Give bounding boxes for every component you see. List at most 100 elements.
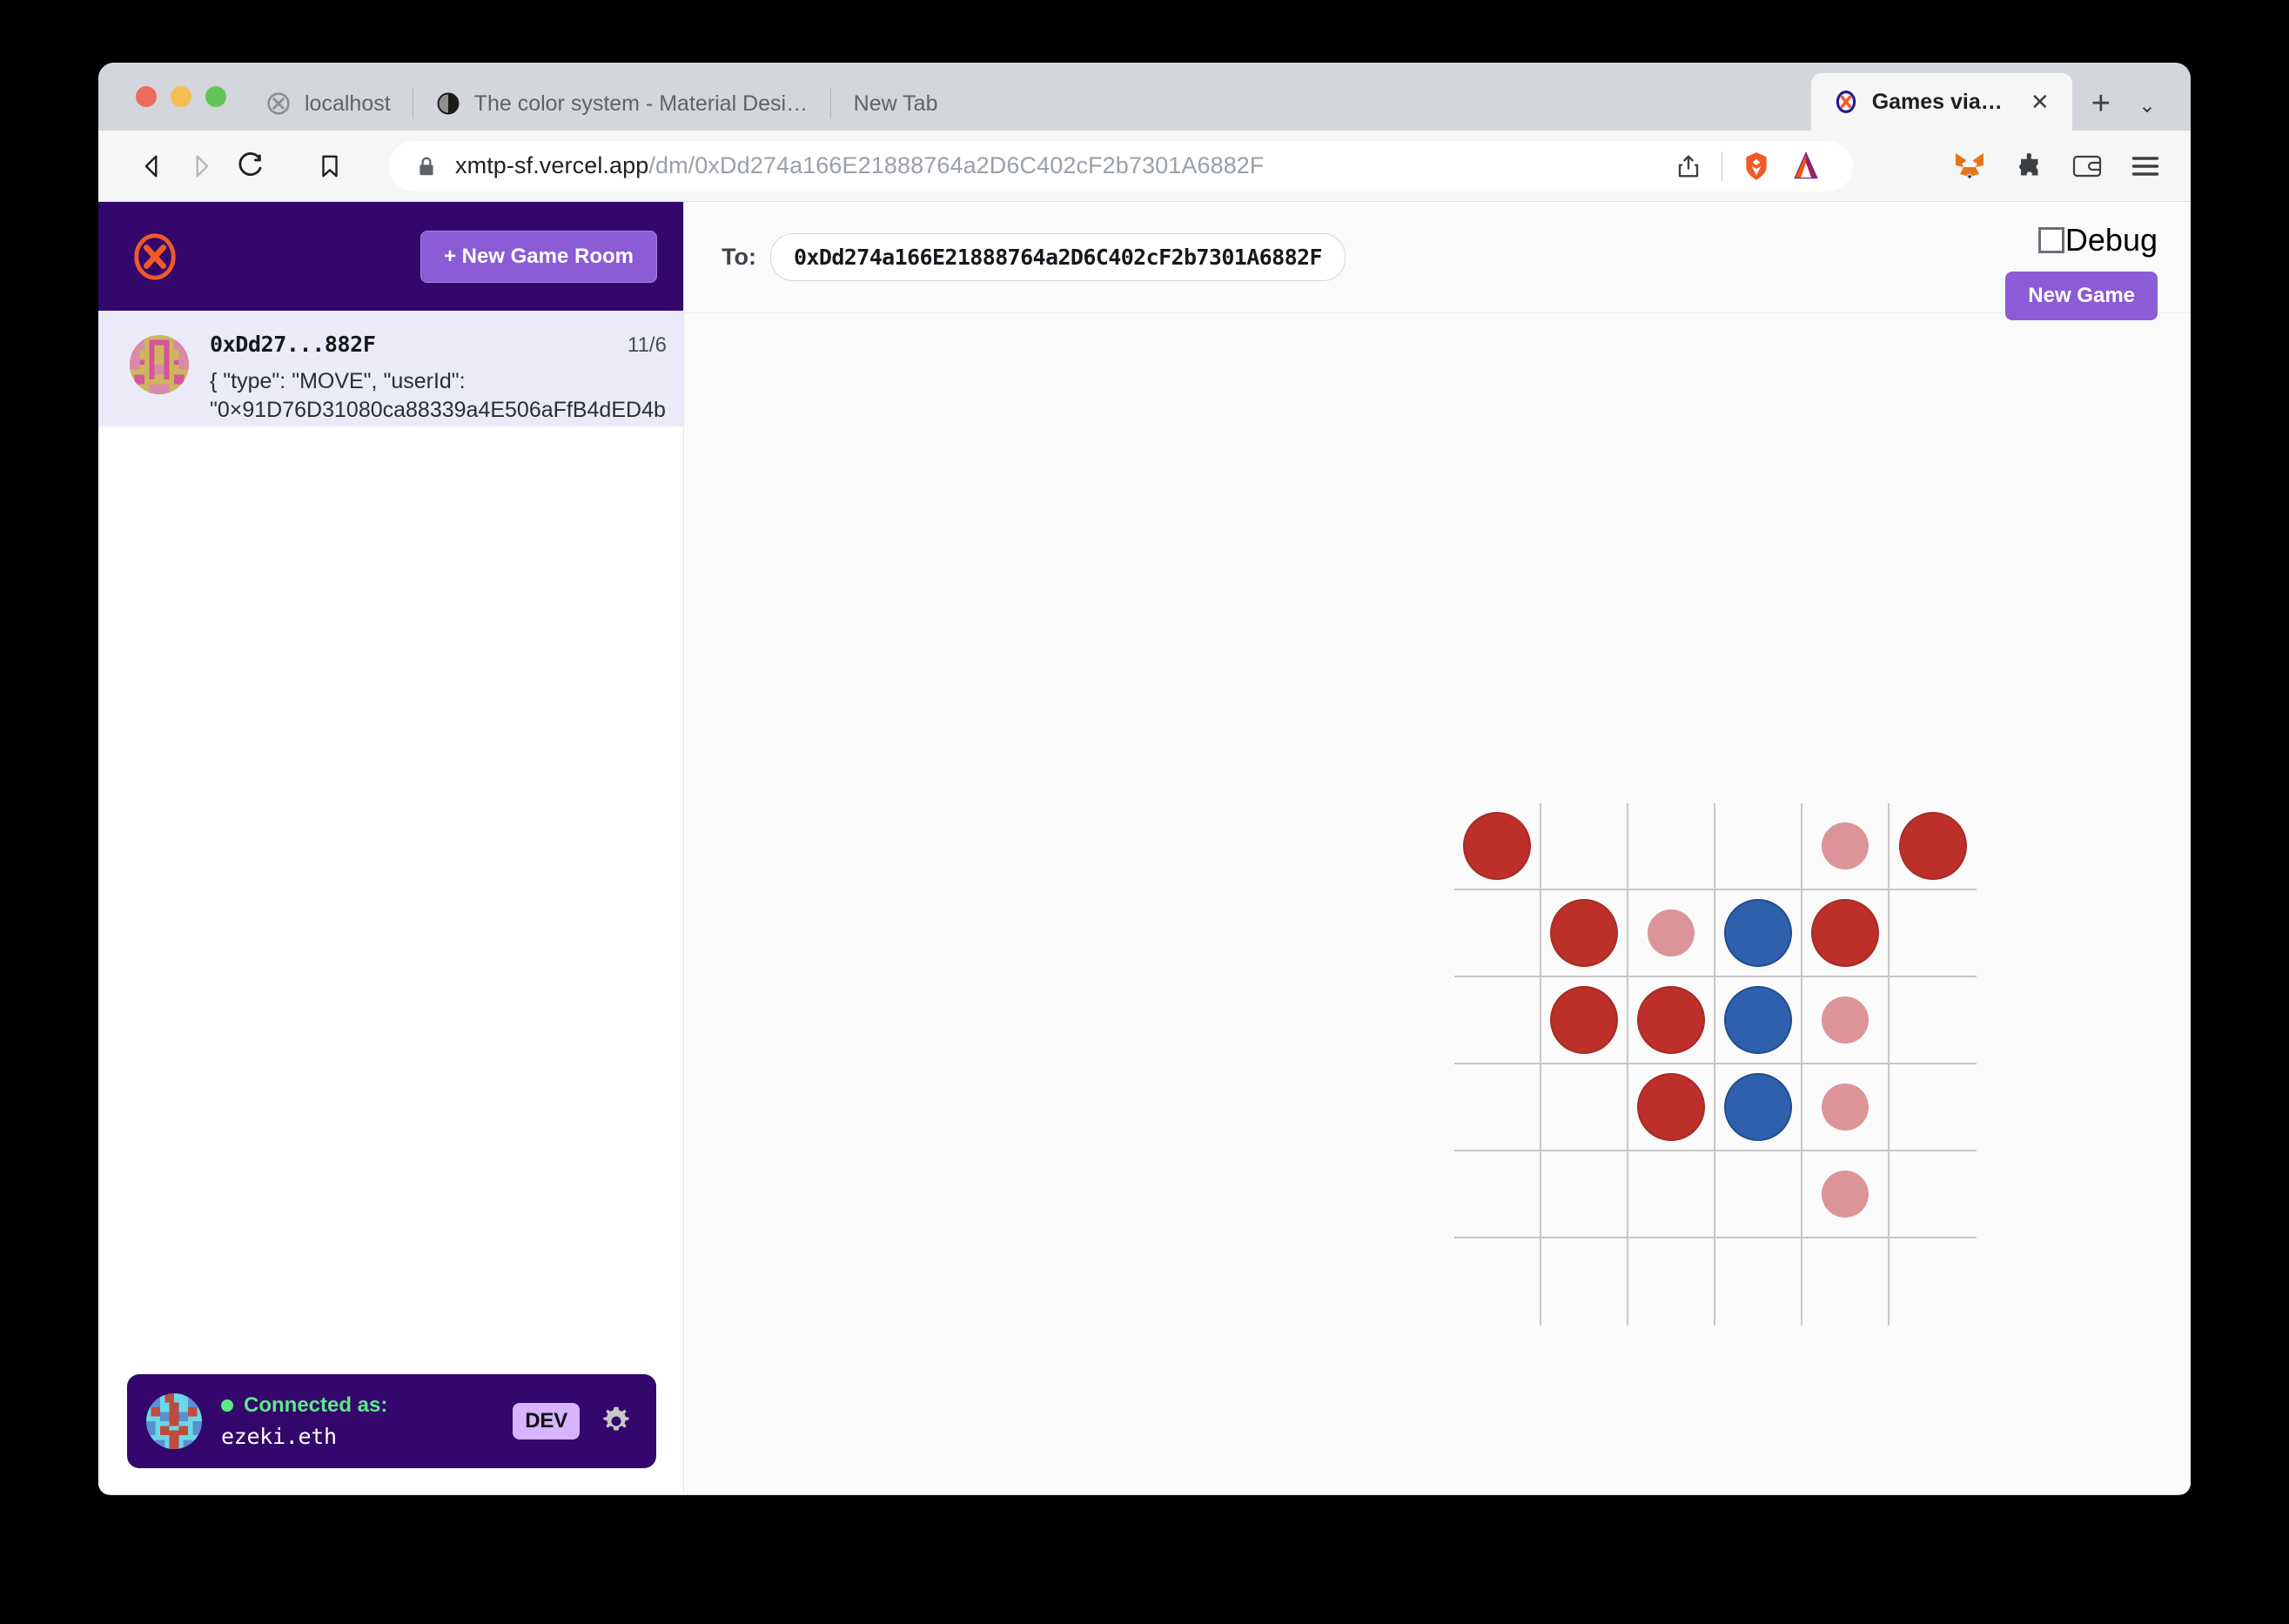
- new-tab-button[interactable]: +: [2072, 87, 2130, 131]
- game-board[interactable]: [1454, 803, 1977, 1325]
- board-cell-1-1[interactable]: [1541, 890, 1628, 977]
- board-cell-1-3[interactable]: [1715, 890, 1802, 977]
- share-icon[interactable]: [1675, 152, 1702, 180]
- tab-title: Games via XMTP: [1871, 89, 2008, 114]
- tab-games-via-xmtp[interactable]: Games via XMTP ✕: [1810, 73, 2072, 131]
- board-cell-0-3[interactable]: [1715, 803, 1802, 890]
- dev-badge[interactable]: DEV: [513, 1403, 580, 1439]
- board-cell-3-2[interactable]: [1628, 1064, 1715, 1151]
- main-header: To: 0xDd274a166E21888764a2D6C402cF2b7301…: [684, 202, 2191, 320]
- game-piece-blue[interactable]: [1724, 1073, 1792, 1141]
- app-viewport: + New Game Room 0xDd27...882F 11/6 {"ty…: [98, 202, 2191, 1494]
- game-piece-pink[interactable]: [1648, 909, 1695, 956]
- board-cell-2-4[interactable]: [1802, 977, 1890, 1064]
- brave-wallet-icon[interactable]: [2071, 151, 2104, 181]
- board-cell-5-2[interactable]: [1628, 1238, 1715, 1325]
- new-game-room-button[interactable]: + New Game Room: [420, 230, 657, 283]
- board-cell-1-2[interactable]: [1628, 890, 1715, 977]
- board-cell-3-3[interactable]: [1715, 1064, 1802, 1151]
- game-piece-red[interactable]: [1637, 986, 1705, 1054]
- board-cell-2-1[interactable]: [1541, 977, 1628, 1064]
- game-piece-red[interactable]: [1637, 1073, 1705, 1141]
- board-cell-4-3[interactable]: [1715, 1151, 1802, 1238]
- metamask-icon[interactable]: [1952, 150, 1987, 183]
- board-cell-4-5[interactable]: [1890, 1151, 1977, 1238]
- tab-material-design[interactable]: The color system - Material Design: [413, 77, 831, 131]
- board-cell-3-0[interactable]: [1454, 1064, 1541, 1151]
- board-cell-2-2[interactable]: [1628, 977, 1715, 1064]
- game-piece-red[interactable]: [1463, 812, 1531, 880]
- debug-checkbox[interactable]: [2037, 227, 2064, 253]
- bat-rewards-icon[interactable]: [1790, 151, 1822, 181]
- board-cell-2-5[interactable]: [1890, 977, 1977, 1064]
- board-cell-1-0[interactable]: [1454, 890, 1541, 977]
- game-piece-blue[interactable]: [1724, 899, 1792, 967]
- debug-toggle[interactable]: Debug: [2037, 225, 2158, 256]
- tab-localhost[interactable]: localhost: [244, 77, 413, 131]
- chevron-down-icon[interactable]: ⌄: [2130, 96, 2191, 131]
- board-cell-1-4[interactable]: [1802, 890, 1890, 977]
- back-icon[interactable]: [128, 142, 177, 191]
- board-cell-0-5[interactable]: [1890, 803, 1977, 890]
- game-piece-red[interactable]: [1550, 899, 1618, 967]
- board-cell-0-2[interactable]: [1628, 803, 1715, 890]
- board-cell-0-0[interactable]: [1454, 803, 1541, 890]
- game-piece-blue[interactable]: [1724, 986, 1792, 1054]
- minimize-window-button[interactable]: [171, 86, 191, 107]
- close-window-button[interactable]: [136, 86, 157, 107]
- board-cell-0-1[interactable]: [1541, 803, 1628, 890]
- tab-title: localhost: [305, 91, 391, 116]
- bookmark-icon[interactable]: [305, 142, 354, 191]
- board-cell-2-0[interactable]: [1454, 977, 1541, 1064]
- board-cell-4-4[interactable]: [1802, 1151, 1890, 1238]
- board-cell-3-5[interactable]: [1890, 1064, 1977, 1151]
- gear-icon[interactable]: [599, 1404, 634, 1439]
- board-cell-0-4[interactable]: [1802, 803, 1890, 890]
- menu-icon[interactable]: [2130, 153, 2161, 179]
- recipient-input[interactable]: 0xDd274a166E21888764a2D6C402cF2b7301A688…: [769, 233, 1346, 281]
- toolbar-extensions: [1874, 150, 2161, 183]
- close-icon[interactable]: ✕: [2031, 91, 2050, 113]
- board-cell-3-1[interactable]: [1541, 1064, 1628, 1151]
- browser-toolbar: xmtp-sf.vercel.app/dm/0xDd274a166E218887…: [98, 131, 2191, 202]
- board-cell-5-5[interactable]: [1890, 1238, 1977, 1325]
- url-bar[interactable]: xmtp-sf.vercel.app/dm/0xDd274a166E218887…: [389, 140, 1853, 191]
- url-domain: xmtp-sf.vercel.app: [455, 152, 649, 178]
- board-cell-1-5[interactable]: [1890, 890, 1977, 977]
- board-cell-2-3[interactable]: [1715, 977, 1802, 1064]
- forward-icon: [177, 142, 225, 191]
- game-piece-red[interactable]: [1899, 812, 1967, 880]
- game-piece-pink[interactable]: [1822, 1084, 1869, 1131]
- list-item-header: 0xDd27...882F 11/6: [210, 332, 683, 357]
- board-cell-5-1[interactable]: [1541, 1238, 1628, 1325]
- recipient-row: To: 0xDd274a166E21888764a2D6C402cF2b7301…: [722, 233, 1346, 281]
- connected-status-card[interactable]: Connected as: ezeki.eth DEV: [127, 1374, 656, 1468]
- window-controls: [98, 63, 244, 131]
- new-game-button[interactable]: New Game: [2005, 272, 2158, 320]
- game-piece-pink[interactable]: [1822, 822, 1869, 869]
- maximize-window-button[interactable]: [205, 86, 226, 107]
- board-cell-4-2[interactable]: [1628, 1151, 1715, 1238]
- main-panel: To: 0xDd274a166E21888764a2D6C402cF2b7301…: [684, 202, 2191, 1494]
- board-cell-4-0[interactable]: [1454, 1151, 1541, 1238]
- board-cell-4-1[interactable]: [1541, 1151, 1628, 1238]
- xmtp-logo: [134, 232, 176, 280]
- game-piece-pink[interactable]: [1822, 1171, 1869, 1218]
- game-piece-red[interactable]: [1550, 986, 1618, 1054]
- board-cell-5-4[interactable]: [1802, 1238, 1890, 1325]
- connected-text: Connected as: ezeki.eth: [221, 1393, 493, 1449]
- lock-icon: [420, 157, 433, 175]
- board-cell-5-0[interactable]: [1454, 1238, 1541, 1325]
- list-item-body: 0xDd27...882F 11/6 { "type": "MOVE", "us…: [210, 330, 683, 425]
- brave-shield-icon[interactable]: [1742, 151, 1771, 182]
- extensions-icon[interactable]: [2013, 151, 2044, 182]
- game-piece-pink[interactable]: [1822, 997, 1869, 1044]
- board-cell-3-4[interactable]: [1802, 1064, 1890, 1151]
- board-cell-5-3[interactable]: [1715, 1238, 1802, 1325]
- sidebar: + New Game Room 0xDd27...882F 11/6 {"ty…: [98, 202, 684, 1494]
- game-piece-red[interactable]: [1811, 899, 1879, 967]
- tab-title: New Tab: [853, 91, 938, 116]
- tab-new-tab[interactable]: New Tab: [831, 77, 961, 131]
- list-item[interactable]: 0xDd27...882F 11/6 { "type": "MOVE", "us…: [98, 311, 683, 426]
- reload-icon[interactable]: [225, 142, 274, 191]
